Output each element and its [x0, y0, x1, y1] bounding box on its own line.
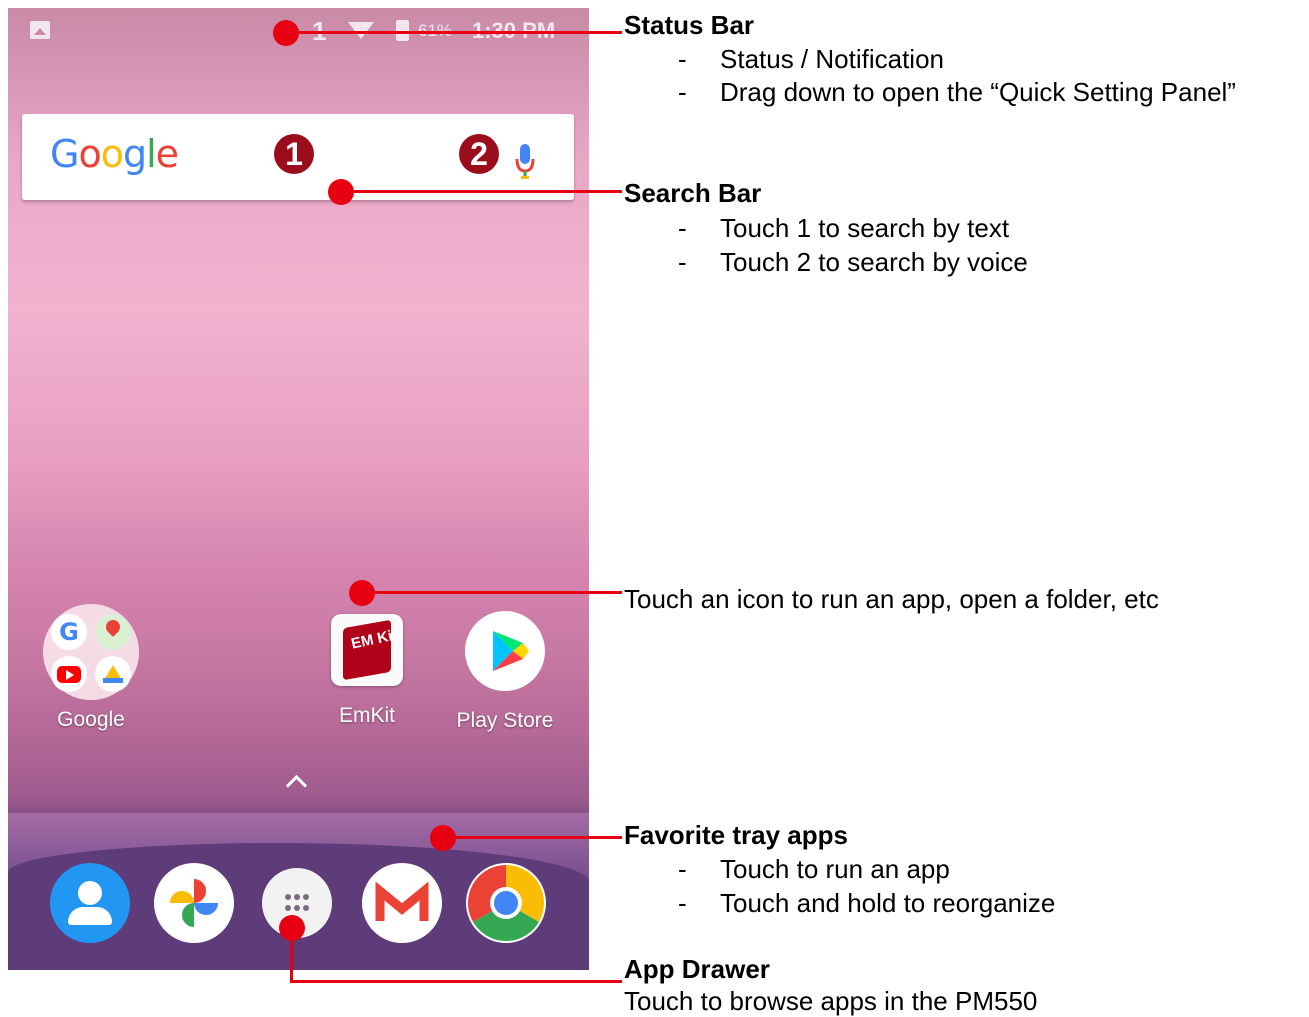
- badge-2: 2: [459, 134, 499, 174]
- play-store-icon: [465, 611, 545, 691]
- search-bar-leader-line: [341, 190, 622, 193]
- emkit-app[interactable]: EM Kit EmKit: [312, 614, 422, 728]
- app-label-emkit: EmKit: [338, 704, 395, 727]
- google-app-icon: G: [51, 614, 87, 650]
- search-bar-bullet-1: Touch 1 to search by text: [720, 213, 1010, 243]
- microphone-icon[interactable]: [515, 142, 535, 182]
- app-label-play-store: Play Store: [456, 709, 554, 732]
- icons-leader-line: [362, 591, 622, 594]
- search-bar-title: Search Bar: [624, 178, 762, 208]
- search-bar-bullet-2: Touch 2 to search by voice: [720, 247, 1028, 277]
- app-label-google: Google: [57, 708, 125, 731]
- app-drawer-leader-vertical: [290, 928, 293, 982]
- app-drawer-leader-horizontal: [290, 980, 622, 983]
- play-store-app[interactable]: Play Store: [450, 611, 560, 733]
- google-search-bar[interactable]: Google 1 2: [22, 114, 574, 200]
- app-drawer-text: Touch to browse apps in the PM550: [624, 986, 1038, 1016]
- favorite-tray-bullet-2: Touch and hold to reorganize: [720, 888, 1056, 918]
- favorite-tray-title: Favorite tray apps: [624, 820, 848, 850]
- google-logo: Google: [50, 132, 179, 176]
- status-bar-leader-line: [286, 31, 622, 34]
- youtube-icon: [51, 656, 87, 692]
- status-bar-bullet-2: Drag down to open the “Quick Setting Pan…: [720, 77, 1236, 107]
- favorite-tray-leader-line: [443, 836, 622, 839]
- gmail-icon[interactable]: [362, 863, 442, 943]
- chrome-icon[interactable]: [466, 863, 546, 943]
- google-folder[interactable]: G Google: [36, 604, 146, 732]
- image-notification-icon: [30, 21, 50, 39]
- status-bar-title: Status Bar: [624, 10, 755, 40]
- badge-1: 1: [274, 134, 314, 174]
- emkit-icon: EM Kit: [331, 614, 403, 686]
- contacts-icon[interactable]: [50, 863, 130, 943]
- photos-icon[interactable]: [154, 863, 234, 943]
- maps-icon: [95, 614, 131, 650]
- app-drawer-title: App Drawer: [624, 954, 770, 984]
- drive-icon: [95, 656, 131, 692]
- favorite-tray-bullet-1: Touch to run an app: [720, 854, 950, 884]
- status-bar-bullet-1: Status / Notification: [720, 44, 944, 74]
- phone-screen: 1 61% 1:30 PM Google 1 2 G: [8, 8, 589, 970]
- folder-icon: G: [43, 604, 139, 700]
- chevron-up-icon[interactable]: [285, 774, 308, 797]
- icons-callout-text: Touch an icon to run an app, open a fold…: [624, 584, 1159, 614]
